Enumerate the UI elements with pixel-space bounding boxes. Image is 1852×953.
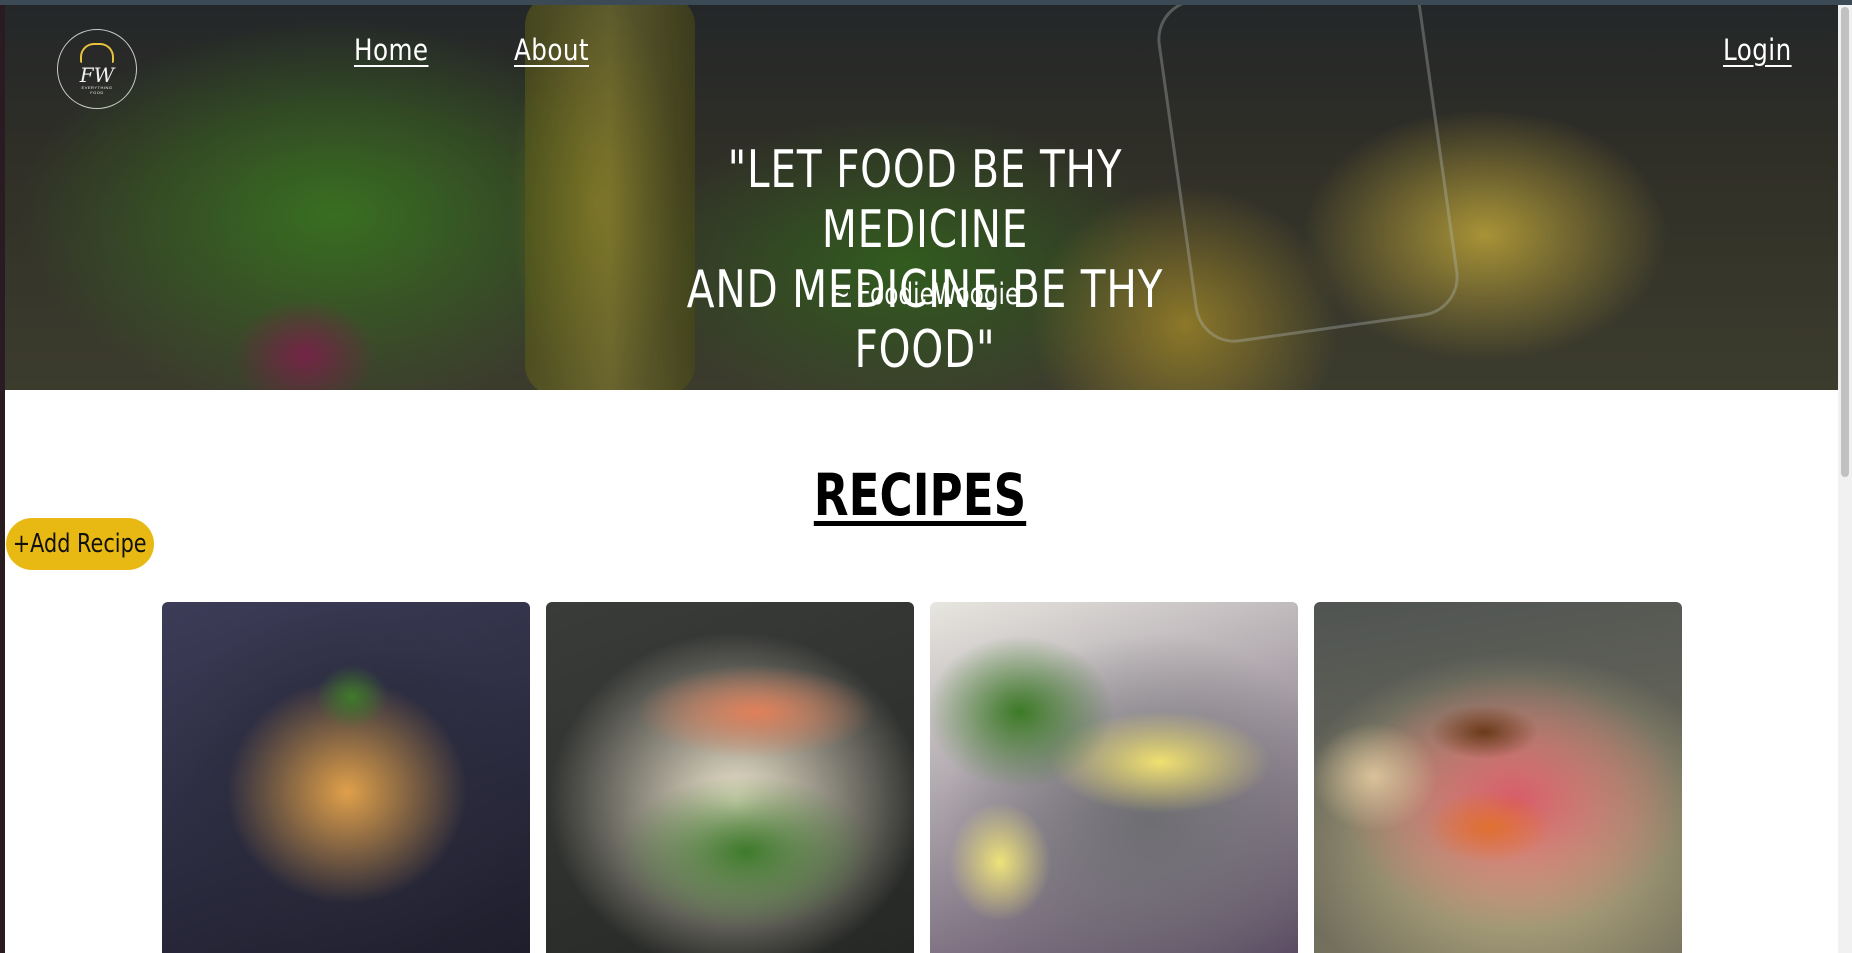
logo-mark: FW <box>79 63 115 87</box>
recipe-card-salmon-salad[interactable] <box>546 602 914 953</box>
recipes-heading: RECIPES <box>813 460 1027 529</box>
hero-quote-author: ~ FoodieWoogie <box>830 277 1020 311</box>
hero-quote: "LET FOOD BE THY MEDICINE AND MEDICINE B… <box>644 140 1206 380</box>
add-recipe-label: +Add Recipe <box>13 529 147 559</box>
scrollbar-thumb[interactable] <box>1841 7 1849 477</box>
recipe-card-omelette[interactable] <box>930 602 1298 953</box>
nav-login-link[interactable]: Login <box>1723 33 1792 67</box>
add-recipe-button[interactable]: +Add Recipe <box>6 518 154 570</box>
hero-quote-line-1: "LET FOOD BE THY MEDICINE <box>727 140 1123 260</box>
recipe-card-pasta[interactable] <box>162 602 530 953</box>
recipe-card-bread-platter[interactable] <box>1314 602 1682 953</box>
logo-text: EVERYTHING FOOD <box>81 85 113 95</box>
site-logo[interactable]: FW EVERYTHING FOOD <box>57 29 137 109</box>
hero-banner: FW EVERYTHING FOOD Home About Login "LET… <box>5 5 1838 390</box>
nav-home-link[interactable]: Home <box>354 33 428 67</box>
page-scrollbar[interactable] <box>1838 5 1852 953</box>
chef-hat-icon <box>80 43 114 63</box>
nav-about-link[interactable]: About <box>514 33 589 67</box>
recipe-card-grid <box>162 602 1684 953</box>
